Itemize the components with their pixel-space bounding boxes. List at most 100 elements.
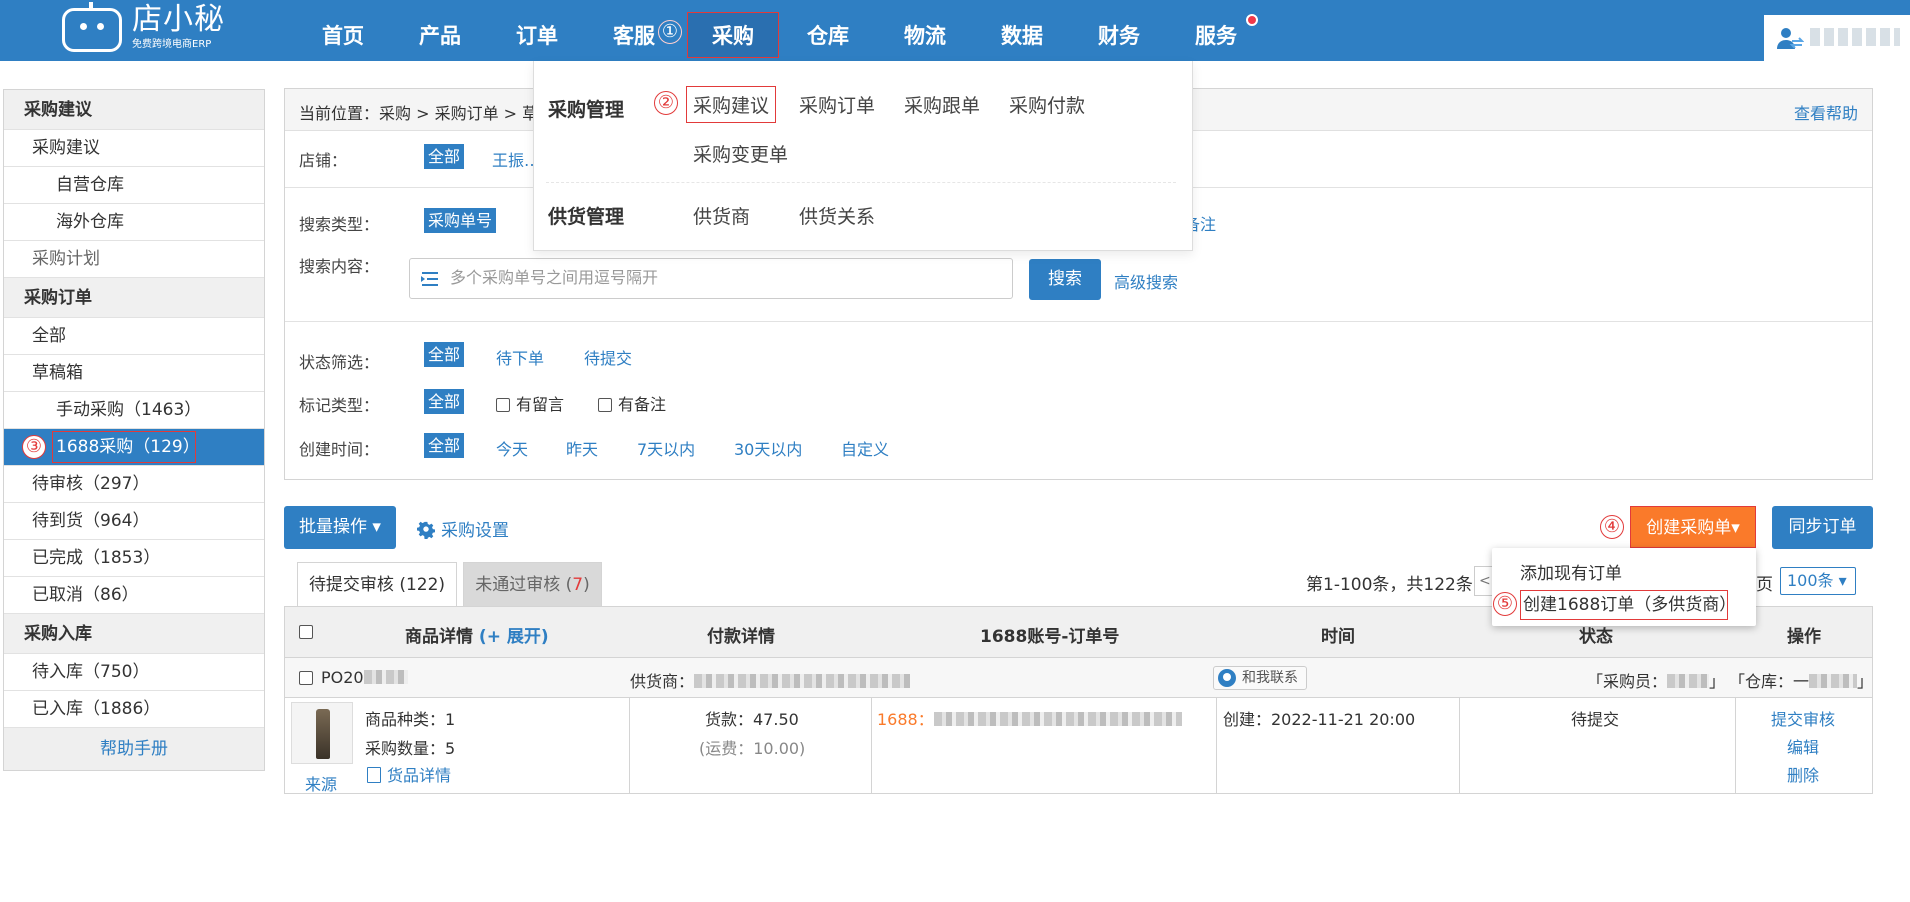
tab-rejected[interactable]: 未通过审核 (7) — [463, 562, 602, 606]
status-to-submit[interactable]: 待提交 — [584, 345, 632, 369]
menu-group-supply-mgmt: 供货管理 — [548, 206, 625, 228]
checkbox[interactable] — [598, 398, 612, 412]
close-bracket: 」 — [1857, 672, 1874, 691]
create-1688-order-option[interactable]: 创建1688订单（多供货商） — [1520, 590, 1736, 620]
menu-divider — [546, 182, 1176, 183]
sidebar-item-completed[interactable]: 已完成（1853） — [4, 540, 264, 577]
breadcrumb-label: 当前位置： — [299, 104, 380, 123]
menu-item-suppliers[interactable]: 供货商 — [693, 202, 750, 229]
pager-prev-icon[interactable]: < — [1474, 566, 1494, 596]
sidebar-item-stocked[interactable]: 已入库（1886） — [4, 691, 264, 728]
status-all-tag[interactable]: 全部 — [424, 342, 465, 367]
nav-purchase[interactable]: 采购 — [687, 12, 779, 58]
order-checkbox[interactable] — [299, 671, 313, 685]
sidebar-item-to-stock[interactable]: 待入库（750） — [4, 654, 264, 691]
edit-link[interactable]: 编辑 — [1787, 734, 1819, 758]
sidebar-item-overseas-warehouse[interactable]: 海外仓库 — [4, 204, 264, 241]
batch-actions-button[interactable]: 批量操作 ▾ — [284, 506, 396, 549]
bottle-image — [316, 709, 330, 759]
menu-item-purchase-orders[interactable]: 采购订单 — [799, 91, 875, 118]
document-icon — [367, 767, 381, 783]
search-type-label: 搜索类型： — [299, 215, 380, 234]
menu-item-purchase-payment[interactable]: 采购付款 — [1009, 91, 1085, 118]
sidebar-item-all[interactable]: 全部 — [4, 318, 264, 355]
view-help-link[interactable]: 查看帮助 — [1794, 100, 1858, 124]
user-name-redacted — [1810, 28, 1900, 46]
nav-services[interactable]: 服务 — [1195, 0, 1237, 61]
created-time-label: 创建时间： — [299, 440, 380, 459]
status-badge: 待提交 — [1571, 710, 1620, 729]
po-prefix: PO20 — [321, 668, 364, 687]
sidebar-item-drafts[interactable]: 草稿箱 — [4, 355, 264, 392]
tab-pending-submit[interactable]: 待提交审核 (122) — [297, 562, 457, 606]
created-custom[interactable]: 自定义 — [841, 436, 889, 460]
sidebar-item-awaiting-arrival[interactable]: 待到货（964） — [4, 503, 264, 540]
menu-item-purchase-suggestion[interactable]: 采购建议 — [686, 86, 777, 123]
nav-home[interactable]: 首页 — [322, 0, 364, 61]
menu-item-supply-relations[interactable]: 供货关系 — [799, 202, 875, 229]
submit-review-link[interactable]: 提交审核 — [1771, 706, 1835, 730]
sidebar-item-cancelled[interactable]: 已取消（86） — [4, 577, 264, 614]
nav-product[interactable]: 产品 — [419, 0, 461, 61]
th-time: 时间 — [1321, 627, 1355, 647]
expand-all-link[interactable]: (+ 展开) — [479, 627, 549, 647]
created-all-tag[interactable]: 全部 — [424, 433, 465, 458]
nav-logistics[interactable]: 物流 — [904, 0, 946, 61]
user-icon — [1777, 28, 1804, 49]
delete-link[interactable]: 删除 — [1787, 762, 1819, 786]
menu-item-purchase-tracking[interactable]: 采购跟单 — [904, 91, 980, 118]
help-manual-link[interactable]: 帮助手册 — [4, 728, 264, 770]
annotation-marker-2: ② — [654, 91, 678, 115]
nav-finance[interactable]: 财务 — [1098, 0, 1140, 61]
sidebar-item-suggestion[interactable]: 采购建议 — [4, 130, 264, 167]
account-order[interactable]: 1688： — [877, 706, 1182, 730]
search-type-po-tag[interactable]: 采购单号 — [424, 208, 497, 233]
sidebar-item-1688[interactable]: 1688采购（129） ③ — [4, 429, 264, 466]
user-menu[interactable] — [1764, 15, 1910, 61]
select-all-checkbox[interactable] — [299, 625, 313, 639]
page-size-select[interactable]: 100条 ▾ — [1780, 567, 1856, 595]
shipping-fee: (运费：10.00) — [699, 739, 806, 758]
search-input[interactable] — [450, 267, 990, 291]
status-to-order[interactable]: 待下单 — [496, 345, 544, 369]
nav-service[interactable]: 客服 — [613, 0, 655, 61]
has-message-checkbox[interactable]: 有留言 — [496, 391, 564, 415]
chat-icon — [1218, 669, 1236, 687]
sidebar-item-plan[interactable]: 采购计划 — [4, 241, 264, 278]
menu-group-purchase-mgmt: 采购管理 — [548, 99, 625, 121]
created-yesterday[interactable]: 昨天 — [566, 436, 598, 460]
advanced-search-link[interactable]: 高级搜索 — [1114, 269, 1178, 293]
create-purchase-order-button[interactable]: 创建采购单▾ — [1630, 506, 1756, 548]
warehouse-label: 「仓库：一 — [1729, 672, 1810, 691]
nav-data[interactable]: 数据 — [1001, 0, 1043, 61]
checkbox[interactable] — [496, 398, 510, 412]
nav-warehouse[interactable]: 仓库 — [807, 0, 849, 61]
purchase-quantity: 采购数量：5 — [365, 739, 456, 758]
search-button[interactable]: 搜索 — [1029, 259, 1101, 300]
has-remark-checkbox[interactable]: 有备注 — [598, 391, 666, 415]
created-today[interactable]: 今天 — [496, 436, 528, 460]
mark-all-tag[interactable]: 全部 — [424, 389, 465, 414]
brand-logo[interactable]: 店小秘 免费跨境电商ERP — [62, 2, 232, 56]
goods-detail-link[interactable]: 货品详情 — [367, 762, 451, 786]
pager-summary: 第1-100条，共122条 — [1306, 575, 1473, 595]
sidebar-item-manual[interactable]: 手动采购（1463） — [4, 392, 264, 429]
created-30-days[interactable]: 30天以内 — [734, 436, 802, 460]
goods-detail-label: 货品详情 — [387, 766, 452, 785]
purchase-settings-link[interactable]: 采购设置 — [417, 516, 509, 541]
sync-orders-button[interactable]: 同步订单 — [1772, 506, 1873, 549]
shop-all-tag[interactable]: 全部 — [424, 144, 465, 169]
product-thumbnail[interactable] — [291, 702, 353, 764]
contact-me-button[interactable]: 和我联系 — [1213, 666, 1307, 690]
created-7-days[interactable]: 7天以内 — [637, 436, 695, 460]
search-input-box[interactable] — [409, 258, 1013, 299]
menu-item-change-orders[interactable]: 采购变更单 — [693, 140, 788, 167]
sidebar-item-pending-review[interactable]: 待审核（297） — [4, 466, 264, 503]
sidebar-item-own-warehouse[interactable]: 自营仓库 — [4, 167, 264, 204]
add-existing-order-option[interactable]: 添加现有订单 — [1520, 559, 1622, 584]
th-payment: 付款详情 — [707, 627, 775, 647]
nav-orders[interactable]: 订单 — [516, 0, 558, 61]
column-divider — [1459, 698, 1460, 794]
redacted — [363, 670, 408, 684]
source-link[interactable]: 来源 — [305, 771, 337, 795]
